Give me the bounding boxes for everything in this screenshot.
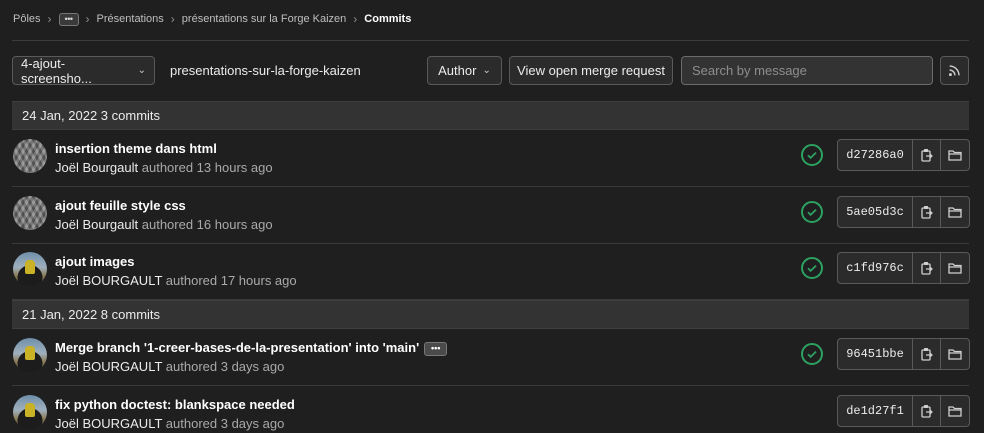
commit-authored-time: authored 13 hours ago [141, 160, 273, 175]
commit-row: ajout feuille style css Joël Bourgault a… [12, 187, 970, 244]
breadcrumb-item-project[interactable]: présentations sur la Forge Kaizen [182, 13, 346, 25]
commit-author[interactable]: Joël BOURGAULT [55, 359, 162, 374]
rss-icon [948, 65, 960, 77]
commit-authored-time: authored 16 hours ago [141, 217, 273, 232]
breadcrumb-item-poles[interactable]: Pôles [13, 13, 41, 25]
day-header: 21 Jan, 2022 8 commits [12, 300, 969, 329]
commit-sha-group: de1d27f1 [837, 395, 970, 427]
commit-author[interactable]: Joël Bourgault [55, 217, 138, 232]
commit-title[interactable]: Merge branch '1-creer-bases-de-la-presen… [55, 340, 419, 355]
folder-icon [948, 150, 962, 161]
commit-row: ajout images Joël BOURGAULT authored 17 … [12, 243, 970, 300]
commit-sha-group: 96451bbe [837, 338, 970, 370]
avatar[interactable] [13, 338, 47, 372]
commit-authored-time: authored 3 days ago [165, 359, 285, 374]
commit-meta: Joël Bourgault authored 16 hours ago [55, 217, 273, 232]
copy-sha-button[interactable] [913, 197, 941, 227]
chevron-right-icon: › [47, 12, 52, 26]
folder-icon [948, 207, 962, 218]
copy-sha-button[interactable] [913, 253, 941, 283]
copy-sha-button[interactable] [913, 140, 941, 170]
copy-icon [920, 405, 933, 418]
view-merge-request-button[interactable]: View open merge request [509, 56, 673, 85]
chevron-down-icon: ⌄ [137, 65, 146, 76]
search-input[interactable] [681, 56, 933, 85]
commit-title[interactable]: ajout feuille style css [55, 198, 186, 213]
pipeline-status-success-icon[interactable] [801, 257, 823, 279]
avatar[interactable] [13, 252, 47, 286]
commit-title[interactable]: ajout images [55, 254, 134, 269]
commit-row: fix python doctest: blankspace needed Jo… [12, 386, 970, 433]
chevron-right-icon: › [170, 12, 175, 26]
copy-icon [920, 149, 933, 162]
commit-title-wrapper: Merge branch '1-creer-bases-de-la-presen… [55, 340, 448, 356]
commit-sha[interactable]: c1fd976c [838, 253, 913, 283]
commit-meta: Joël BOURGAULT authored 3 days ago [55, 359, 284, 374]
breadcrumb: Pôles › ••• › Présentations › présentati… [13, 11, 411, 27]
commit-title[interactable]: insertion theme dans html [55, 141, 217, 156]
browse-files-button[interactable] [941, 253, 969, 283]
commit-meta: Joël BOURGAULT authored 17 hours ago [55, 273, 297, 288]
commit-authored-time: authored 3 days ago [165, 416, 285, 431]
commit-author[interactable]: Joël Bourgault [55, 160, 138, 175]
browse-files-button[interactable] [941, 339, 969, 369]
breadcrumb-more-button[interactable]: ••• [58, 12, 79, 26]
commit-row: insertion theme dans html Joël Bourgault… [12, 130, 970, 187]
chevron-down-icon: ⌄ [482, 65, 491, 76]
commit-author[interactable]: Joël BOURGAULT [55, 273, 162, 288]
browse-files-button[interactable] [941, 396, 969, 426]
pipeline-status-success-icon[interactable] [801, 201, 823, 223]
copy-icon [920, 262, 933, 275]
toggle-description-button[interactable]: ••• [424, 341, 448, 356]
commit-meta: Joël Bourgault authored 13 hours ago [55, 160, 273, 175]
author-dropdown-label: Author [438, 63, 477, 78]
commit-sha[interactable]: d27286a0 [838, 140, 913, 170]
copy-sha-button[interactable] [913, 396, 941, 426]
commit-authored-time: authored 17 hours ago [165, 273, 297, 288]
view-merge-request-label: View open merge request [517, 63, 665, 78]
copy-sha-button[interactable] [913, 339, 941, 369]
divider [12, 40, 969, 41]
commit-sha-group: c1fd976c [837, 252, 970, 284]
pipeline-status-success-icon[interactable] [801, 144, 823, 166]
browse-files-button[interactable] [941, 140, 969, 170]
avatar[interactable] [13, 196, 47, 230]
commit-row: Merge branch '1-creer-bases-de-la-presen… [12, 329, 970, 386]
branch-dropdown[interactable]: 4-ajout-screensho... ⌄ [12, 55, 155, 86]
copy-icon [920, 206, 933, 219]
commit-meta: Joël BOURGAULT authored 3 days ago [55, 416, 284, 431]
commit-sha-group: d27286a0 [837, 139, 970, 171]
folder-icon [948, 263, 962, 274]
chevron-right-icon: › [85, 12, 90, 26]
commit-sha[interactable]: 5ae05d3c [838, 197, 913, 227]
folder-icon [948, 349, 962, 360]
avatar[interactable] [13, 139, 47, 173]
rss-button[interactable] [940, 56, 969, 85]
breadcrumb-current[interactable]: Commits [364, 13, 411, 25]
project-name: presentations-sur-la-forge-kaizen [170, 63, 361, 78]
commit-sha-group: 5ae05d3c [837, 196, 970, 228]
folder-icon [948, 406, 962, 417]
browse-files-button[interactable] [941, 197, 969, 227]
branch-name: 4-ajout-screensho... [21, 55, 92, 86]
avatar[interactable] [13, 395, 47, 429]
commit-sha[interactable]: de1d27f1 [838, 396, 913, 426]
breadcrumb-item-presentations[interactable]: Présentations [97, 13, 164, 25]
commit-author[interactable]: Joël BOURGAULT [55, 416, 162, 431]
pipeline-status-success-icon[interactable] [801, 343, 823, 365]
commit-sha[interactable]: 96451bbe [838, 339, 913, 369]
chevron-right-icon: › [353, 12, 358, 26]
author-dropdown[interactable]: Author ⌄ [427, 56, 502, 85]
commits-toolbar: 4-ajout-screensho... ⌄ presentations-sur… [12, 55, 969, 86]
day-header: 24 Jan, 2022 3 commits [12, 101, 969, 130]
copy-icon [920, 348, 933, 361]
commit-title[interactable]: fix python doctest: blankspace needed [55, 397, 295, 412]
